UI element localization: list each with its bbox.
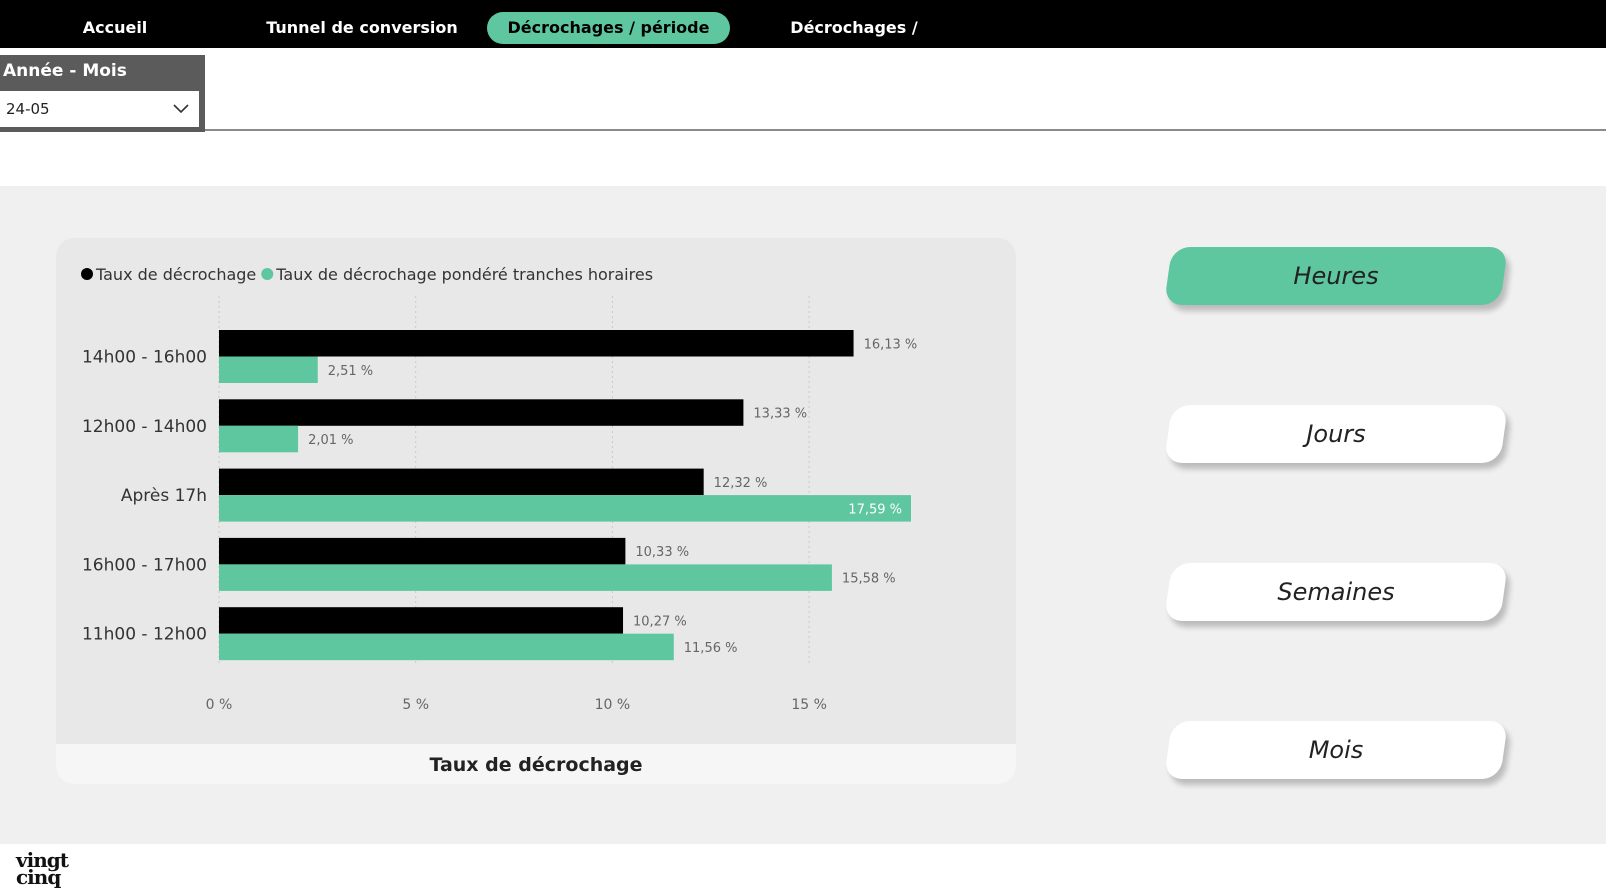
bar-s1-1 xyxy=(219,425,299,453)
heures-button[interactable]: Heures xyxy=(1163,247,1509,305)
bar-s0-1 xyxy=(219,399,744,426)
data-label-s0-3: 10,33 % xyxy=(635,545,689,560)
mois-button[interactable]: Mois xyxy=(1163,721,1509,779)
header-divider xyxy=(205,129,1606,131)
jours-button-label: Jours xyxy=(1306,420,1366,448)
bar-s1-4 xyxy=(219,633,674,661)
chevron-down-icon xyxy=(173,104,189,114)
data-label-s1-0: 2,51 % xyxy=(328,364,373,379)
data-label-s1-3: 15,58 % xyxy=(842,572,896,587)
x-tick-label-3: 15 % xyxy=(791,697,827,713)
nav-tab-accueil[interactable]: Accueil xyxy=(55,12,175,44)
data-label-s0-4: 10,27 % xyxy=(633,614,687,629)
legend-label-1: Taux de décrochage pondéré tranches hora… xyxy=(275,265,653,284)
bar-chart: Taux de décrochage Taux de décrochage pon… xyxy=(81,265,918,713)
legend-marker-0 xyxy=(81,268,93,280)
bar-s1-2 xyxy=(219,495,911,522)
category-label-3: 16h00 - 17h00 xyxy=(82,555,207,575)
x-tick-label-2: 10 % xyxy=(595,697,631,713)
bar-s0-4 xyxy=(219,607,624,634)
semaines-button-label: Semaines xyxy=(1277,578,1395,606)
top-nav-bar: Accueil Tunnel de conversion Décrochages… xyxy=(0,0,1606,69)
bar-s1-3 xyxy=(219,564,832,591)
mois-button-label: Mois xyxy=(1308,736,1364,764)
bar-s0-3 xyxy=(219,537,626,565)
nav-tab-tunnel-conversion[interactable]: Tunnel de conversion xyxy=(262,12,462,44)
year-month-slicer: Année - Mois 24-05 xyxy=(0,55,205,132)
jours-button[interactable]: Jours xyxy=(1163,405,1509,463)
legend-marker-1 xyxy=(261,268,274,280)
vingtcinq-logo: vingt cinq xyxy=(16,850,76,887)
category-label-4: 11h00 - 12h00 xyxy=(82,625,207,645)
data-label-s0-2: 12,32 % xyxy=(714,476,768,491)
nav-tab-decrochages-secteur[interactable]: Décrochages / secteur xyxy=(754,12,954,69)
semaines-button[interactable]: Semaines xyxy=(1163,563,1509,621)
category-label-1: 12h00 - 14h00 xyxy=(82,417,207,437)
nav-tab-decrochages-periode[interactable]: Décrochages / période xyxy=(487,12,730,44)
heures-button-label: Heures xyxy=(1293,262,1379,290)
data-label-s0-0: 16,13 % xyxy=(864,337,918,352)
category-label-2: Après 17h xyxy=(121,486,207,506)
chart-footer-title: Taux de décrochage xyxy=(56,744,1016,784)
category-label-0: 14h00 - 16h00 xyxy=(82,348,207,368)
chart-card: Taux de décrochage Taux de décrochage pon… xyxy=(56,238,1016,784)
slicer-title: Année - Mois xyxy=(3,61,127,81)
bar-s1-0 xyxy=(219,356,318,383)
slicer-selected-value: 24-05 xyxy=(6,100,50,118)
x-tick-label-0: 0 % xyxy=(206,697,233,713)
data-label-s1-2: 17,59 % xyxy=(848,502,902,517)
x-tick-label-1: 5 % xyxy=(402,697,429,713)
bar-s0-0 xyxy=(219,330,854,357)
legend-label-0: Taux de décrochage xyxy=(95,265,256,284)
data-label-s1-1: 2,01 % xyxy=(308,433,353,448)
slicer-dropdown[interactable]: 24-05 xyxy=(0,91,199,127)
data-label-s1-4: 11,56 % xyxy=(684,641,738,656)
data-label-s0-1: 13,33 % xyxy=(753,407,807,422)
bar-s0-2 xyxy=(219,468,704,496)
